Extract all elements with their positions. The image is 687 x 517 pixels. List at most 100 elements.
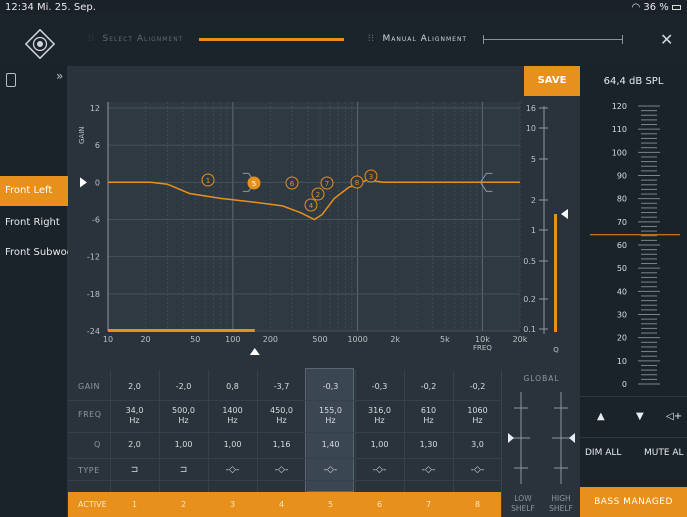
band-active-toggle[interactable]: 6 <box>355 492 404 517</box>
band-gain-value[interactable]: -0,2 <box>404 382 453 391</box>
band-freq-unit[interactable]: Hz <box>257 416 306 425</box>
band-active-toggle[interactable]: 2 <box>159 492 208 517</box>
band-freq-unit[interactable]: Hz <box>453 416 502 425</box>
meter-controls: ▲ ▼ ◁+ <box>580 396 687 438</box>
volume-icon[interactable]: ◁+ <box>666 411 682 422</box>
band-active-toggle[interactable]: 8 <box>453 492 502 517</box>
sliders-icon: ⫶⫶ <box>368 34 375 44</box>
column-divider <box>208 370 209 492</box>
band-freq-unit[interactable]: Hz <box>208 416 257 425</box>
shelf-filter-icon[interactable]: ⊐ <box>110 465 159 475</box>
row-divider <box>68 458 501 459</box>
band-gain-value[interactable]: -0,2 <box>453 382 502 391</box>
arrow-up-icon[interactable]: ▲ <box>597 411 605 422</box>
band-freq-unit[interactable]: Hz <box>110 416 159 425</box>
band-active-toggle[interactable]: 5 <box>306 492 355 517</box>
gain-tick-label: 6 <box>95 141 100 150</box>
battery-icon <box>672 4 681 10</box>
global-shelf-sliders[interactable] <box>502 384 581 494</box>
band-marker-label: 1 <box>206 177 210 185</box>
band-freq-value[interactable]: 1400 <box>208 406 257 415</box>
band-gain-value[interactable]: 0,8 <box>208 382 257 391</box>
band-marker-label: 6 <box>290 180 295 188</box>
meter-tick-label: 120 <box>612 102 627 111</box>
band-freq-value[interactable]: 34,0 <box>110 406 159 415</box>
band-freq-value[interactable]: 610 <box>404 406 453 415</box>
peak-filter-icon[interactable]: -◇- <box>453 465 502 475</box>
mute-all-button[interactable]: MUTE AL <box>644 448 684 458</box>
band-freq-value[interactable]: 450,0 <box>257 406 306 415</box>
band-freq-unit[interactable]: Hz <box>355 416 404 425</box>
row-label-active: ACTIVE <box>78 500 107 509</box>
band-gain-value[interactable]: -0,3 <box>306 382 355 391</box>
channel-front-left[interactable]: Front Left <box>0 176 68 206</box>
eq-plot-area[interactable] <box>108 102 520 331</box>
gain-axis-label: GAIN <box>78 126 86 144</box>
status-time: 12:34 Mi. 25. Sep. <box>5 2 96 13</box>
peak-filter-icon[interactable]: -◇- <box>208 465 257 475</box>
freq-tick-label: 500 <box>312 335 327 344</box>
manual-alignment-tab[interactable]: ⫶⫶ Manual Alignment <box>368 34 624 44</box>
band-freq-unit[interactable]: Hz <box>404 416 453 425</box>
row-divider <box>68 432 501 433</box>
save-button[interactable]: SAVE <box>524 66 580 96</box>
band-freq-unit[interactable]: Hz <box>159 416 208 425</box>
band-active-toggle[interactable]: 7 <box>404 492 453 517</box>
freq-tick-label: 100 <box>225 335 240 344</box>
band-gain-value[interactable]: 2,0 <box>110 382 159 391</box>
band-q-value[interactable]: 2,0 <box>110 440 159 449</box>
meter-tick-label: 50 <box>617 264 627 273</box>
gain-tick-label: -6 <box>92 216 100 225</box>
low-shelf-button[interactable]: LOW SHELF <box>504 494 542 514</box>
zero-gain-marker[interactable] <box>80 177 87 188</box>
channel-front-subwoofer[interactable]: Front Subwoofer <box>0 238 68 268</box>
band-freq-value[interactable]: 500,0 <box>159 406 208 415</box>
q-value-bar <box>554 214 557 332</box>
freq-tick-label: 200 <box>263 335 278 344</box>
arrow-down-icon[interactable]: ▼ <box>636 411 644 422</box>
peak-filter-icon[interactable]: -◇- <box>257 465 306 475</box>
freq-tick-label: 10 <box>103 335 113 344</box>
band-q-value[interactable]: 3,0 <box>453 440 502 449</box>
select-alignment-tab[interactable]: ⫶⫶ Select Alignment <box>88 34 345 44</box>
q-tick-label: 5 <box>531 155 536 164</box>
meter-tick-label: 110 <box>612 125 627 134</box>
eq-graph[interactable]: 1260-6-12-18-24GAIN10 20 50 100 200 500 1000 2k… <box>68 66 580 370</box>
band-q-value[interactable]: 1,40 <box>306 440 355 449</box>
close-icon[interactable]: ✕ <box>660 30 673 49</box>
manual-alignment-slider[interactable] <box>483 34 624 44</box>
band-freq-unit[interactable]: Hz <box>306 416 355 425</box>
peak-filter-icon[interactable]: -◇- <box>306 465 355 475</box>
q-value-handle[interactable] <box>561 209 568 219</box>
band-active-toggle[interactable]: 4 <box>257 492 306 517</box>
bass-managed-button[interactable]: BASS MANAGED <box>580 487 687 517</box>
band-freq-value[interactable]: 1060 <box>453 406 502 415</box>
freq-axis-label: FREQ <box>473 344 492 352</box>
shelf-filter-icon[interactable]: ⊐ <box>159 465 208 475</box>
band-q-value[interactable]: 1,00 <box>355 440 404 449</box>
band-q-value[interactable]: 1,30 <box>404 440 453 449</box>
dim-all-button[interactable]: DIM ALL <box>585 448 621 458</box>
band-active-toggle[interactable]: 1 <box>110 492 159 517</box>
band-gain-value[interactable]: -2,0 <box>159 382 208 391</box>
freq-range-handle[interactable] <box>249 348 260 355</box>
channel-front-right[interactable]: Front Right <box>0 208 68 238</box>
band-freq-value[interactable]: 316,0 <box>355 406 404 415</box>
band-active-toggle[interactable]: 3 <box>208 492 257 517</box>
gain-tick-label: 12 <box>90 104 100 113</box>
band-q-value[interactable]: 1,16 <box>257 440 306 449</box>
band-q-value[interactable]: 1,00 <box>208 440 257 449</box>
meter-tick-label: 60 <box>617 241 627 250</box>
peak-filter-icon[interactable]: -◇- <box>404 465 453 475</box>
wifi-icon: ◠ <box>631 2 641 13</box>
high-shelf-button[interactable]: HIGH SHELF <box>542 494 580 514</box>
band-q-value[interactable]: 1,00 <box>159 440 208 449</box>
expand-icon[interactable]: » <box>56 69 63 83</box>
band-gain-value[interactable]: -0,3 <box>355 382 404 391</box>
meter-tick-label: 40 <box>617 287 627 296</box>
band-gain-value[interactable]: -3,7 <box>257 382 306 391</box>
q-axis-label: Q <box>553 346 559 354</box>
speaker-icon[interactable] <box>6 73 16 87</box>
peak-filter-icon[interactable]: -◇- <box>355 465 404 475</box>
band-freq-value[interactable]: 155,0 <box>306 406 355 415</box>
